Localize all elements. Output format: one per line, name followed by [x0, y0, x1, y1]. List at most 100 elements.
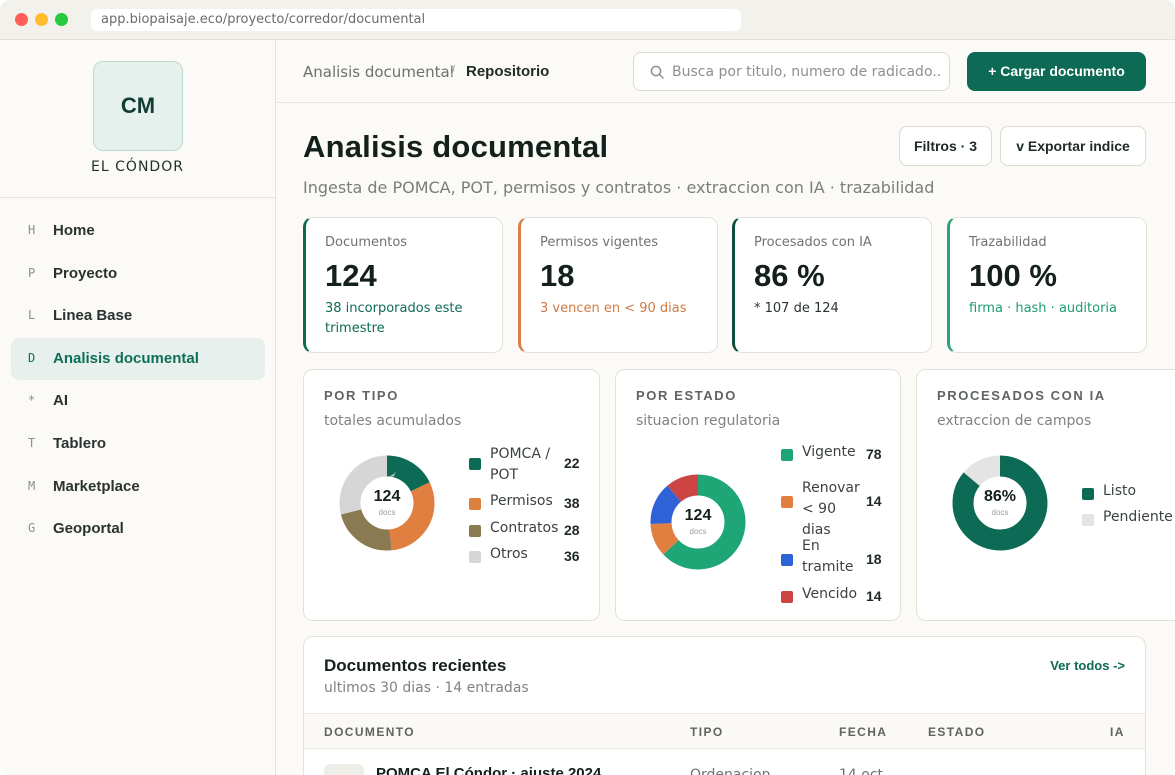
- sidebar-nav: H Home P Proyecto L Linea Base D Analisis docum…: [11, 210, 265, 551]
- filters-button[interactable]: Filtros · 3: [899, 126, 992, 166]
- export-index-button[interactable]: v Exportar indice: [1000, 126, 1146, 166]
- card-by-type: POR TIPO totales acumulados 124 docs POMCA…: [303, 369, 600, 621]
- sidebar-item-proyecto[interactable]: P Proyecto: [11, 253, 265, 295]
- legend-swatch: [1082, 488, 1094, 500]
- see-all-link[interactable]: Ver todos ->: [1050, 658, 1125, 673]
- legend-label: Vencido: [802, 586, 858, 602]
- breadcrumb-parent[interactable]: Analisis documental: [303, 63, 454, 81]
- breadcrumb-current: Repositorio: [466, 63, 550, 80]
- column-header-status[interactable]: ESTADO: [928, 725, 986, 739]
- legend-label: Permisos: [490, 493, 553, 509]
- card-by-status: POR ESTADO situacion regulatoria 124 docs…: [615, 369, 901, 621]
- legend-label: En tramite: [802, 538, 854, 575]
- sidebar-item-ai[interactable]: * AI: [11, 380, 265, 422]
- search-input[interactable]: [672, 62, 940, 82]
- legend-value: 38: [564, 495, 580, 511]
- donut-center-label: 124 docs: [648, 507, 748, 536]
- top-bar: Analisis documental / Repositorio + Carg…: [276, 40, 1175, 103]
- kpi-card-3[interactable]: Trazabilidad 100 % firma · hash · auditori…: [947, 217, 1147, 353]
- sidebar-item-marketplace[interactable]: M Marketplace: [11, 466, 265, 508]
- legend-label: Renovar < 90 dias: [802, 480, 860, 538]
- recent-subtitle: ultimos 30 dias · 14 entradas: [324, 680, 529, 696]
- legend-value: 78: [866, 446, 882, 462]
- legend-swatch: [781, 449, 793, 461]
- kpi-value: 18: [540, 258, 575, 293]
- sidebar-item-shortcut: H: [28, 223, 36, 237]
- column-header-type[interactable]: TIPO: [690, 725, 724, 739]
- close-window-button[interactable]: [15, 13, 28, 26]
- recent-title: Documentos recientes: [324, 656, 507, 675]
- donut-center-unit: docs: [689, 527, 707, 536]
- sidebar-item-label: Tablero: [53, 434, 107, 452]
- page-subtitle: Ingesta de POMCA, POT, permisos y contra…: [303, 178, 935, 197]
- kpi-card-0[interactable]: Documentos 124 38 incorporados este trimes…: [303, 217, 503, 353]
- donut-center-label: 124 docs: [337, 488, 437, 517]
- brand-block: CM EL CÓNDOR: [0, 40, 275, 198]
- sidebar-item-shortcut: M: [28, 478, 36, 493]
- kpi-note: 38 incorporados este trimestre: [325, 301, 463, 336]
- legend-swatch: [781, 591, 793, 603]
- sidebar-item-linea-base[interactable]: L Linea Base: [11, 295, 265, 337]
- legend-swatch: [781, 554, 793, 566]
- legend-swatch: [469, 551, 481, 563]
- sidebar-item-label: Linea Base: [53, 307, 133, 325]
- sidebar-item-shortcut: P: [28, 265, 36, 280]
- sidebar-item-label: Geoportal: [53, 520, 124, 538]
- legend-value: 28: [564, 522, 580, 538]
- upload-document-button[interactable]: + Cargar documento: [967, 52, 1146, 91]
- sidebar-item-label: AI: [53, 392, 68, 410]
- card-ai-processed: PROCESADOS CON IA extraccion de campos 8…: [916, 369, 1175, 621]
- recent-documents: Documentos recientes ultimos 30 dias · 1…: [303, 636, 1146, 775]
- legend-swatch: [469, 525, 481, 537]
- sidebar-item-analisis-documental[interactable]: D Analisis documental: [11, 337, 265, 380]
- document-title[interactable]: POMCA El Cóndor · ajuste 2024: [376, 765, 601, 775]
- sidebar-item-shortcut: *: [28, 393, 36, 408]
- breadcrumb-separator: /: [451, 63, 456, 80]
- search-icon: [650, 65, 664, 79]
- legend-value: 36: [564, 548, 580, 564]
- donut-center-value: 86%: [983, 488, 1017, 505]
- legend-swatch: [1082, 514, 1094, 526]
- sidebar-item-label: Analisis documental: [53, 349, 199, 367]
- kpi-label: Documentos: [325, 235, 408, 250]
- brand-name: EL CÓNDOR: [91, 159, 184, 175]
- search-box[interactable]: [633, 52, 950, 91]
- kpi-value: 100 %: [969, 258, 1057, 293]
- kpi-label: Procesados con IA: [754, 235, 872, 250]
- document-type: Ordenacion: [690, 767, 771, 775]
- sidebar-item-geoportal[interactable]: G Geoportal: [11, 508, 265, 550]
- card-subtitle: totales acumulados: [324, 413, 462, 429]
- legend-swatch: [469, 498, 481, 510]
- kpi-card-1[interactable]: Permisos vigentes 18 3 vencen en < 90 dias: [518, 217, 718, 353]
- donut-center-value: 124: [373, 488, 401, 505]
- card-subtitle: situacion regulatoria: [636, 413, 781, 429]
- legend-value: 22: [564, 455, 580, 471]
- kpi-note: * 107 de 124: [754, 301, 839, 316]
- address-bar[interactable]: app.biopaisaje.eco/proyecto/corredor/doc…: [91, 9, 741, 31]
- card-title: POR ESTADO: [636, 388, 737, 403]
- maximize-window-button[interactable]: [55, 13, 68, 26]
- column-header-ai[interactable]: IA: [1110, 725, 1125, 739]
- donut-center-value: 124: [684, 507, 712, 524]
- sidebar-item-label: Home: [53, 222, 95, 239]
- minimize-window-button[interactable]: [35, 13, 48, 26]
- document-icon: [324, 764, 364, 775]
- sidebar-item-label: Proyecto: [53, 264, 118, 282]
- sidebar-item-shortcut: G: [28, 521, 36, 536]
- page-title: Analisis documental: [303, 129, 609, 164]
- column-header-document[interactable]: DOCUMENTO: [324, 725, 415, 739]
- kpi-note: firma · hash · auditoria: [969, 301, 1117, 316]
- column-header-date[interactable]: FECHA: [839, 725, 887, 739]
- sidebar-item-home[interactable]: H Home: [11, 210, 265, 252]
- brand-logo[interactable]: CM: [93, 61, 183, 151]
- kpi-card-2[interactable]: Procesados con IA 86 % * 107 de 124: [732, 217, 932, 353]
- kpi-label: Permisos vigentes: [540, 235, 659, 250]
- sidebar-item-tablero[interactable]: T Tablero: [11, 423, 265, 465]
- legend-value: 14: [866, 588, 882, 604]
- table-header: DOCUMENTO TIPO FECHA ESTADO IA: [304, 713, 1145, 749]
- legend-swatch: [781, 496, 793, 508]
- kpi-value: 124: [325, 258, 377, 293]
- kpi-value: 86 %: [754, 258, 825, 293]
- card-title: POR TIPO: [324, 388, 399, 403]
- legend-label: Pendiente: [1103, 509, 1173, 525]
